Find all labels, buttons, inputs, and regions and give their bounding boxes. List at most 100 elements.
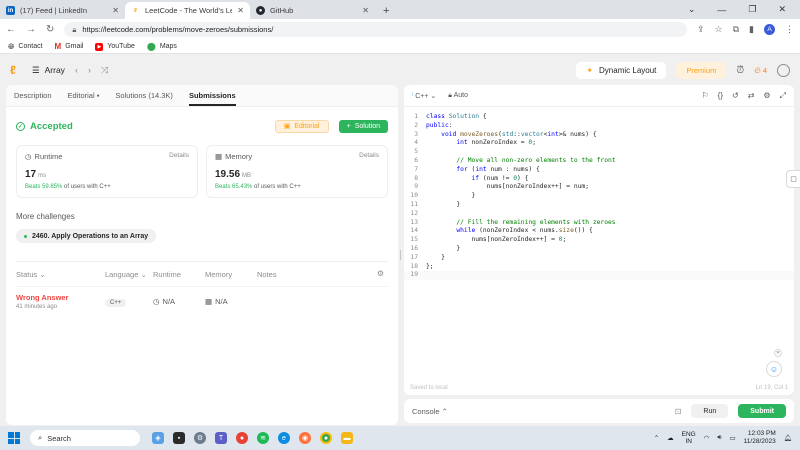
gear-icon[interactable]: ⚙	[377, 269, 384, 278]
spotify-icon[interactable]: ≋	[257, 432, 269, 444]
browser-tab-leetcode[interactable]: ℓ LeetCode - The World's Leadin ✕	[125, 2, 250, 19]
wifi-icon[interactable]: ◠	[704, 434, 710, 442]
dynamic-layout-button[interactable]: ✦ Dynamic Layout	[576, 61, 667, 79]
solution-button[interactable]: + Solution	[338, 119, 388, 133]
close-tab-icon[interactable]: ✕	[237, 6, 244, 15]
line-number: 10	[410, 192, 418, 200]
submit-button[interactable]: Submit	[738, 404, 786, 418]
status-header[interactable]: Status ⌄	[16, 270, 105, 279]
tab-description[interactable]: Description	[14, 91, 52, 100]
chrome-active-icon[interactable]: ●	[320, 432, 332, 444]
memory-value: 19.56	[215, 169, 241, 180]
chrome-icon[interactable]: ●	[236, 432, 248, 444]
edge-icon[interactable]: e	[278, 432, 290, 444]
runtime-details-link[interactable]: Details	[169, 152, 189, 159]
bookmark-gmail[interactable]: M Gmail	[55, 42, 84, 51]
status-text: Accepted	[30, 120, 73, 132]
widgets-icon[interactable]: ◈	[152, 432, 164, 444]
cloud-icon[interactable]: ☁	[667, 434, 674, 442]
runtime-beats-text: of users with C++	[64, 184, 111, 190]
file-explorer-icon[interactable]: ▬	[341, 432, 353, 444]
taskbar-search[interactable]: ⌕ Search	[30, 430, 140, 446]
console-toggle[interactable]: Console ⌃	[412, 407, 448, 416]
memory-card[interactable]: ▦ Memory Details 19.56 MB Beats 65.43% of…	[206, 145, 388, 198]
taskbar-apps: ◈ ▪ ⚙ T ● ≋ e ◉ ● ▬	[152, 432, 353, 444]
auto-mode[interactable]: 🔒︎ Auto	[448, 92, 468, 100]
teams-icon[interactable]: T	[215, 432, 227, 444]
more-challenges-title: More challenges	[16, 212, 75, 221]
minimize-button[interactable]: —	[717, 5, 726, 15]
bookmark-star-icon[interactable]: ☆	[715, 24, 723, 35]
battery-icon[interactable]: ▭	[730, 434, 736, 442]
close-window-button[interactable]: ✕	[778, 4, 786, 15]
clock[interactable]: 12:03 PM 11/28/2023	[744, 430, 776, 446]
close-tab-icon[interactable]: ✕	[112, 6, 119, 15]
share-icon[interactable]: ⇪	[697, 24, 705, 35]
firefox-icon[interactable]: ◉	[299, 432, 311, 444]
shuffle-icon[interactable]: ⤨	[101, 65, 108, 76]
windows-start-icon[interactable]	[8, 432, 20, 444]
book-icon: ▣	[283, 123, 291, 130]
table-row[interactable]: Wrong Answer 41 minutes ago C++ ◷ N/A ▦ N/…	[16, 286, 388, 316]
code-area[interactable]: 1 class Solution { 2 public: 3 void moveZe…	[404, 107, 794, 281]
reload-icon[interactable]: ↻	[46, 24, 54, 35]
problem-list-button[interactable]: ☰ Array	[32, 65, 65, 76]
browser-tab-github[interactable]: ● GitHub ✕	[250, 2, 375, 19]
tab-solutions[interactable]: Solutions (14.3K)	[115, 91, 173, 100]
taskview-icon[interactable]: ▪	[173, 432, 185, 444]
profile-avatar[interactable]: A	[764, 24, 775, 35]
bookmark-youtube[interactable]: ▶ YouTube	[95, 42, 135, 51]
bookmark-maps[interactable]: ⬤ Maps	[147, 42, 177, 51]
volume-icon[interactable]: 🔊︎	[717, 434, 721, 442]
maximize-button[interactable]: ❐	[748, 4, 756, 15]
next-problem-icon[interactable]: ›	[88, 65, 91, 75]
language-select[interactable]: ⁱ C++ ⌄	[412, 92, 436, 100]
menu-icon[interactable]: ⋮	[785, 24, 794, 35]
tab-submissions[interactable]: Submissions	[188, 91, 236, 106]
premium-button[interactable]: Premium	[676, 61, 727, 79]
bookmark-contact[interactable]: 🌐︎ Contact	[8, 42, 43, 52]
streak-counter[interactable]: 🔥︎ 4	[754, 65, 767, 76]
submissions-table: Status ⌄ Language ⌄ Runtime Memory Notes…	[16, 261, 388, 316]
language-header[interactable]: Language ⌄	[105, 270, 153, 279]
tab-editorial[interactable]: Editorial ▪	[68, 91, 100, 100]
notification-icon[interactable]: 🔔︎	[784, 434, 792, 442]
reset-icon[interactable]: ↺	[732, 91, 739, 101]
upload-icon[interactable]: ⊡	[675, 407, 682, 416]
tab-search-icon[interactable]: ⌄	[688, 4, 696, 15]
language-indicator[interactable]: ENG IN	[682, 431, 696, 445]
flame-icon: 🔥︎	[754, 64, 761, 75]
share-code-icon[interactable]: ⇄	[748, 91, 755, 101]
memory-details-link[interactable]: Details	[359, 152, 379, 159]
braces-icon[interactable]: {}	[718, 91, 723, 101]
user-avatar[interactable]	[777, 63, 790, 77]
chat-icon[interactable]: ☺	[766, 361, 782, 377]
line-number: 19	[410, 271, 418, 279]
fullscreen-icon[interactable]: ⤢	[780, 91, 786, 101]
editorial-button[interactable]: ▣ Editorial	[274, 119, 329, 133]
extensions-icon[interactable]: ⧉	[733, 24, 739, 35]
forward-icon[interactable]: →	[26, 24, 36, 35]
back-icon[interactable]: ←	[6, 24, 16, 35]
browser-tab-linkedin[interactable]: in (17) Feed | LinkedIn ✕	[0, 2, 125, 19]
difficulty-dot	[24, 234, 27, 238]
alarm-icon[interactable]: ⏰︎	[736, 65, 744, 76]
runtime-card[interactable]: ◷ Runtime Details 17 ms Beats 59.85% of u…	[16, 145, 198, 198]
submission-status[interactable]: Wrong Answer	[16, 293, 105, 302]
side-panel-tab[interactable]: ▢	[786, 170, 800, 188]
problem-list-label: Array	[44, 65, 65, 75]
leetcode-logo-icon[interactable]: ℓ	[10, 63, 22, 77]
chevron-up-icon[interactable]: ⌃	[654, 434, 659, 442]
sparkle-icon: ✦	[586, 65, 594, 75]
challenge-link[interactable]: 2460. Apply Operations to an Array	[16, 229, 157, 243]
run-button[interactable]: Run	[691, 404, 729, 418]
close-tab-icon[interactable]: ✕	[362, 6, 369, 15]
close-chat-icon[interactable]: ✕	[774, 349, 782, 357]
new-tab-button[interactable]: +	[375, 5, 397, 19]
bookmark-icon[interactable]: ⚐	[702, 91, 709, 101]
sidepanel-icon[interactable]: ▮	[749, 24, 754, 35]
prev-problem-icon[interactable]: ‹	[75, 65, 78, 75]
settings-app-icon[interactable]: ⚙	[194, 432, 206, 444]
settings-icon[interactable]: ⚙	[763, 91, 770, 101]
url-input[interactable]: 🔒︎ https://leetcode.com/problems/move-ze…	[64, 22, 687, 37]
